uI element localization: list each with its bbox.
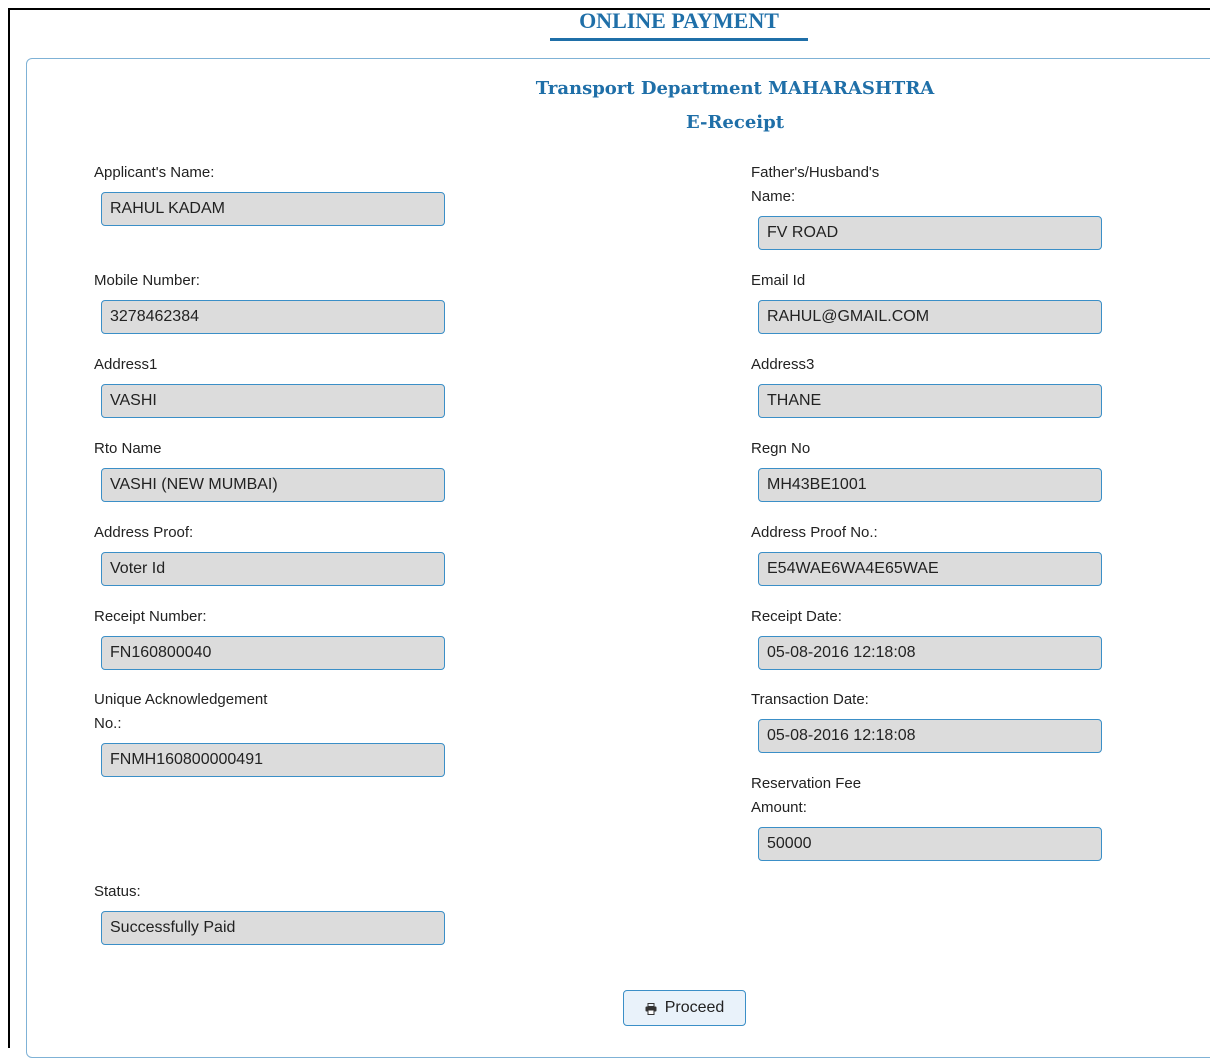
mobile-number-field[interactable] [101, 300, 445, 334]
address3-field[interactable] [758, 384, 1102, 418]
father-husband-name-label: Father's/Husband's Name: [751, 164, 880, 205]
status-field[interactable] [101, 911, 445, 945]
address3-label: Address3 [751, 356, 815, 373]
unique-ack-no-field[interactable] [101, 743, 445, 777]
receipt-number-field[interactable] [101, 636, 445, 670]
regn-no-label: Regn No [751, 440, 811, 457]
mobile-number-label: Mobile Number: [94, 272, 200, 289]
address-proof-field[interactable] [101, 552, 445, 586]
father-husband-name-field[interactable] [758, 216, 1102, 250]
receipt-date-field[interactable] [758, 636, 1102, 670]
unique-ack-no-label: Unique Acknowledgement No.: [94, 691, 268, 732]
email-id-label: Email Id [751, 272, 806, 289]
receipt-number-label: Receipt Number: [94, 608, 207, 625]
proceed-label: Proceed [664, 999, 725, 1016]
applicant-name-field[interactable] [101, 192, 445, 226]
address-proof-label: Address Proof: [94, 524, 194, 541]
email-id-field[interactable] [758, 300, 1102, 334]
address-proof-no-field[interactable] [758, 552, 1102, 586]
page-heading: ONLINE PAYMENT [550, 8, 808, 41]
address1-label: Address1 [94, 356, 158, 373]
receipt-date-label: Receipt Date: [751, 608, 842, 625]
address1-field[interactable] [101, 384, 445, 418]
transaction-date-field[interactable] [758, 719, 1102, 753]
rto-name-label: Rto Name [94, 440, 162, 457]
applicant-name-label: Applicant's Name: [94, 164, 215, 181]
print-icon [645, 1002, 657, 1015]
reservation-fee-field[interactable] [758, 827, 1102, 861]
transaction-date-label: Transaction Date: [751, 691, 869, 708]
rto-name-field[interactable] [101, 468, 445, 502]
reservation-fee-label: Reservation Fee Amount: [751, 775, 862, 816]
address-proof-no-label: Address Proof No.: [751, 524, 878, 541]
receipt-subtitle: E-Receipt [685, 112, 785, 133]
status-label: Status: [94, 883, 141, 900]
regn-no-field[interactable] [758, 468, 1102, 502]
department-title: Transport Department MAHARASHTRA [535, 78, 935, 99]
